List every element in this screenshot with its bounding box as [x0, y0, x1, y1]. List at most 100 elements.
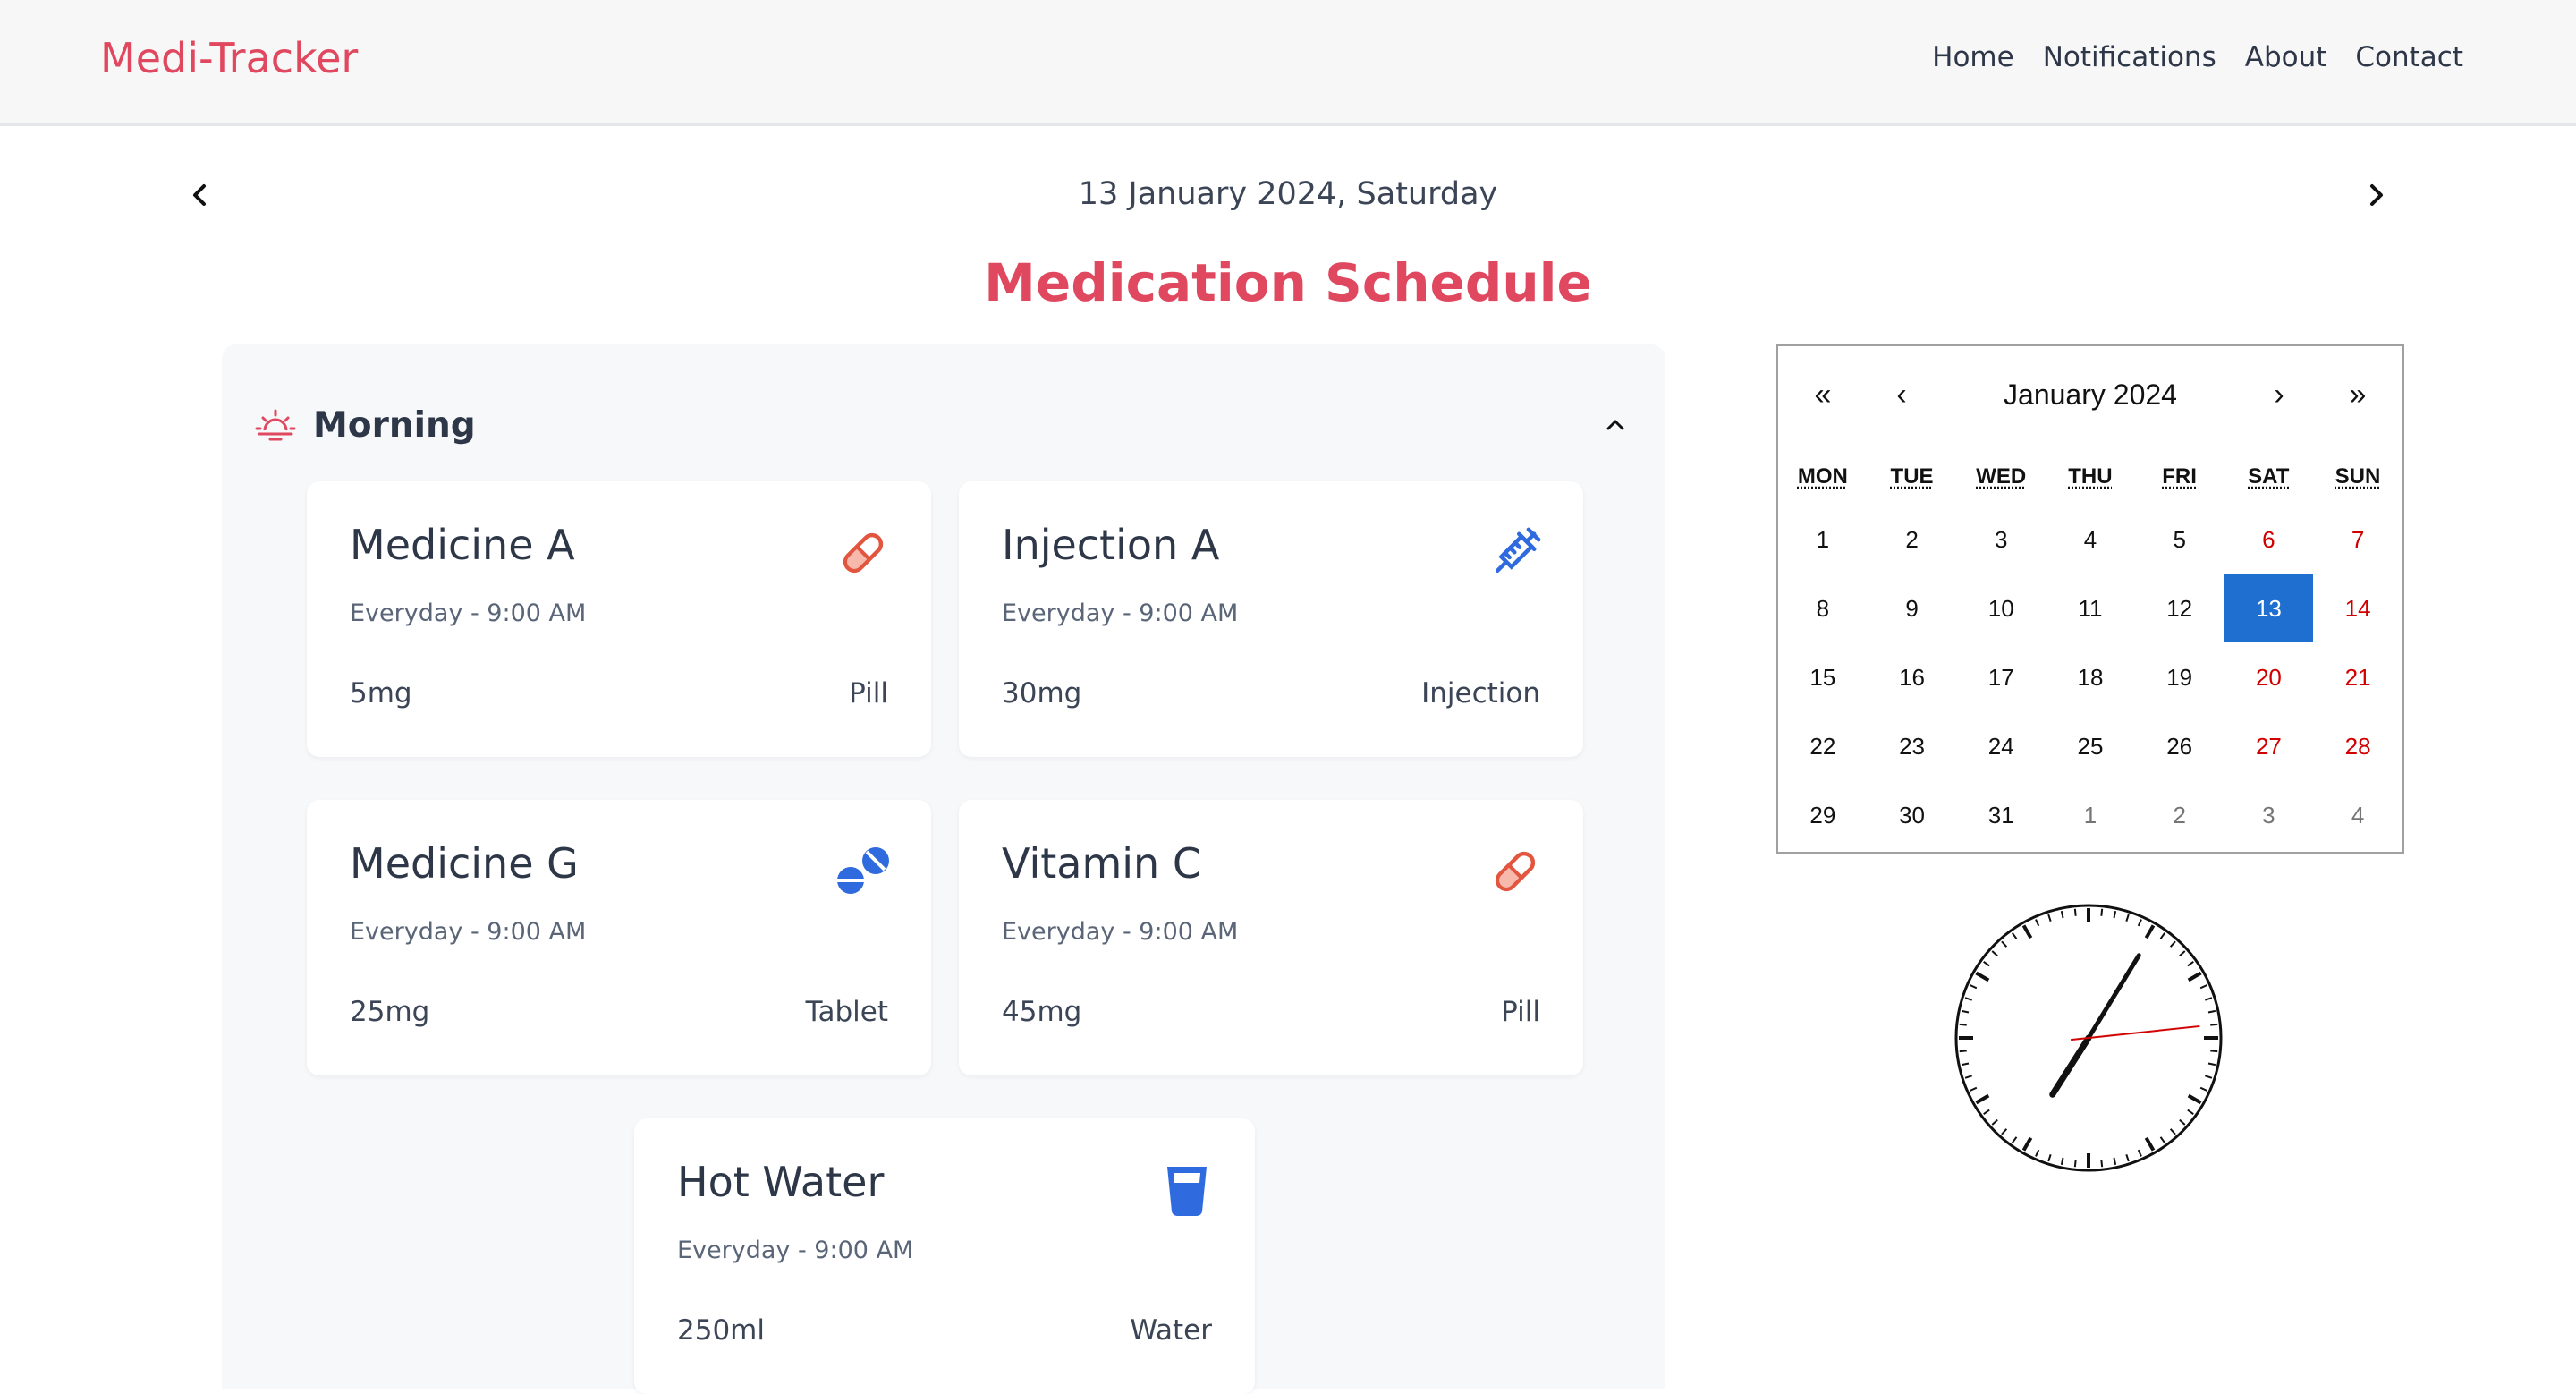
medication-dose: 30mg	[1002, 677, 1082, 710]
calendar-day[interactable]: 17	[1956, 643, 2046, 711]
medication-type: Pill	[1501, 996, 1540, 1028]
date-navigator: 13 January 2024, Saturday	[0, 170, 2576, 220]
medication-card[interactable]: Medicine A Everyday - 9:00 AM 5mg Pill	[307, 481, 931, 757]
clock-tick	[1959, 1023, 1967, 1026]
weekday-sun: SUN	[2334, 464, 2381, 489]
medication-schedule: Everyday - 9:00 AM	[350, 918, 587, 946]
next-month-button[interactable]: ›	[2252, 368, 2306, 421]
medication-schedule: Everyday - 9:00 AM	[350, 599, 587, 627]
calendar-day[interactable]: 7	[2313, 506, 2402, 574]
medication-name: Injection A	[1002, 521, 1220, 569]
prev-month-button[interactable]: ‹	[1875, 368, 1928, 421]
brand-logo[interactable]: Medi-Tracker	[100, 32, 358, 84]
analog-clock	[1954, 904, 2223, 1172]
weekday-wed: WED	[1976, 464, 2027, 489]
calendar-day[interactable]: 30	[1868, 781, 1957, 849]
syringe-icon	[1495, 527, 1541, 574]
calendar-day[interactable]: 28	[2313, 712, 2402, 780]
next-year-button[interactable]: »	[2331, 368, 2385, 421]
clock-tick	[1959, 1050, 1967, 1053]
calendar-day[interactable]: 22	[1778, 712, 1868, 780]
calendar-day[interactable]: 26	[2135, 712, 2224, 780]
medication-type: Injection	[1421, 677, 1540, 710]
current-date: 13 January 2024, Saturday	[1078, 176, 1498, 212]
clock-tick	[2100, 908, 2104, 916]
calendar-day[interactable]: 31	[1956, 781, 2046, 849]
medication-type: Tablet	[805, 996, 888, 1028]
calendar-day[interactable]: 11	[2046, 574, 2135, 642]
weekday-thu: THU	[2068, 464, 2113, 489]
weekday-fri: FRI	[2162, 464, 2197, 489]
calendar-day[interactable]: 27	[2224, 712, 2314, 780]
clock-tick	[2210, 1023, 2218, 1026]
medication-dose: 25mg	[350, 996, 430, 1028]
nav-notifications[interactable]: Notifications	[2043, 38, 2216, 77]
medication-name: Hot Water	[677, 1158, 885, 1206]
calendar-navigation: « ‹ January 2024 › »	[1778, 368, 2402, 421]
clock-tick	[2073, 1160, 2077, 1168]
weekday-tue: TUE	[1890, 464, 1934, 489]
calendar-day[interactable]: 10	[1956, 574, 2046, 642]
calendar-weekdays: MON TUE WED THU FRI SAT SUN	[1778, 464, 2402, 489]
calendar-day-other-month[interactable]: 2	[2135, 781, 2224, 849]
calendar-day[interactable]: 13	[2224, 574, 2314, 642]
clock-tick	[2073, 908, 2077, 916]
calendar-day[interactable]: 16	[1868, 643, 1957, 711]
sunrise-icon	[255, 409, 296, 441]
medication-dose: 5mg	[350, 677, 412, 710]
calendar-day[interactable]: 19	[2135, 643, 2224, 711]
nav-about[interactable]: About	[2245, 38, 2327, 77]
calendar-day[interactable]: 20	[2224, 643, 2314, 711]
weekday-mon: MON	[1797, 464, 1848, 489]
calendar-day[interactable]: 6	[2224, 506, 2314, 574]
calendar-day[interactable]: 29	[1778, 781, 1868, 849]
nav-home[interactable]: Home	[1932, 38, 2014, 77]
page-title: Medication Schedule	[984, 252, 1592, 313]
calendar-day[interactable]: 4	[2046, 506, 2135, 574]
calendar-day[interactable]: 9	[1868, 574, 1957, 642]
nav-contact[interactable]: Contact	[2355, 38, 2463, 77]
calendar-day[interactable]: 1	[1778, 506, 1868, 574]
medication-type: Pill	[849, 677, 888, 710]
glass-icon	[1167, 1167, 1207, 1217]
medication-dose: 250ml	[677, 1314, 765, 1347]
calendar-day-other-month[interactable]: 4	[2313, 781, 2402, 849]
medication-type: Water	[1130, 1314, 1212, 1347]
medication-name: Medicine G	[350, 839, 579, 888]
calendar-day[interactable]: 2	[1868, 506, 1957, 574]
main-nav: Home Notifications About Contact	[1932, 38, 2463, 77]
medication-card[interactable]: Vitamin C Everyday - 9:00 AM 45mg Pill	[959, 800, 1583, 1075]
calendar-day[interactable]: 23	[1868, 712, 1957, 780]
pill-icon	[1495, 851, 1536, 892]
chevron-up-icon[interactable]	[1599, 409, 1631, 441]
calendar-day-other-month[interactable]: 1	[2046, 781, 2135, 849]
clock-tick	[2100, 1160, 2104, 1168]
calendar-day-other-month[interactable]: 3	[2224, 781, 2314, 849]
pill-icon	[843, 532, 884, 574]
calendar-day[interactable]: 24	[1956, 712, 2046, 780]
section-label: Morning	[313, 404, 476, 446]
calendar-day[interactable]: 18	[2046, 643, 2135, 711]
calendar-day[interactable]: 8	[1778, 574, 1868, 642]
calendar-day[interactable]: 5	[2135, 506, 2224, 574]
medication-card[interactable]: Medicine G Everyday - 9:00 AM 25mg Table…	[307, 800, 931, 1075]
morning-section-header[interactable]: Morning	[254, 400, 1631, 450]
calendar-widget: « ‹ January 2024 › » MON TUE WED THU FRI…	[1776, 344, 2404, 854]
calendar-day[interactable]: 15	[1778, 643, 1868, 711]
prev-year-button[interactable]: «	[1796, 368, 1850, 421]
medication-dose: 45mg	[1002, 996, 1082, 1028]
tablets-icon	[837, 847, 889, 894]
calendar-day[interactable]: 25	[2046, 712, 2135, 780]
calendar-day[interactable]: 12	[2135, 574, 2224, 642]
weekday-sat: SAT	[2248, 464, 2290, 489]
medication-name: Vitamin C	[1002, 839, 1201, 888]
calendar-day[interactable]: 3	[1956, 506, 2046, 574]
header-bar: Medi-Tracker Home Notifications About Co…	[0, 0, 2576, 126]
calendar-day[interactable]: 21	[2313, 643, 2402, 711]
medication-card[interactable]: Hot Water Everyday - 9:00 AM 250ml Water	[634, 1118, 1255, 1394]
next-day-icon[interactable]	[2354, 174, 2397, 217]
schedule-panel: Morning Medicine A Everyday - 9:00 AM 5m…	[222, 344, 1665, 1394]
calendar-month-label[interactable]: January 2024	[1939, 368, 2241, 421]
calendar-day[interactable]: 14	[2313, 574, 2402, 642]
medication-card[interactable]: Injection A Everyday - 9:00 AM 30mg Inje…	[959, 481, 1583, 757]
